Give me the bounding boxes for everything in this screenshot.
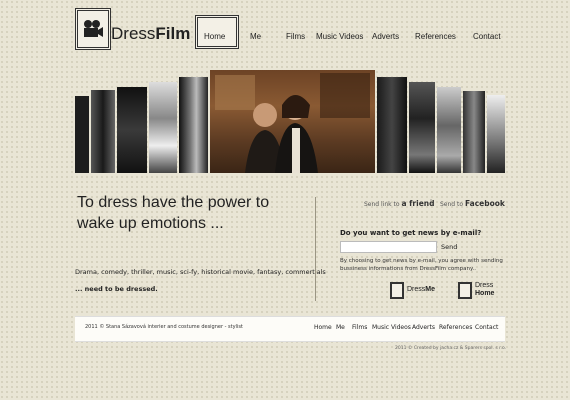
send-to-friend-link[interactable]: Send link to a friend (364, 199, 434, 208)
logo-frame[interactable] (75, 8, 111, 50)
film-panel (75, 96, 89, 173)
banner-main-photo (210, 70, 375, 173)
film-panel (437, 87, 461, 173)
copyright-text: 2011 © Stana Sázavová interier and costu… (85, 324, 243, 330)
headline-line-2: wake up emotions ... (77, 215, 224, 232)
dress-home-light: Dress (475, 282, 494, 289)
share-separator: | (430, 199, 433, 206)
nav-references[interactable]: References (415, 32, 456, 41)
dress-me-bold: Me (425, 286, 436, 293)
send-to-friend-prefix: Send link to (364, 201, 400, 208)
dress-me-badge[interactable]: DressMe (390, 280, 435, 300)
film-panel (91, 90, 115, 173)
nav-home[interactable]: Home (204, 32, 225, 41)
frame-icon (390, 281, 404, 299)
email-input[interactable] (340, 241, 437, 253)
newsletter-heading: Do you want to get news by e-mail? (340, 229, 482, 237)
dressed-text: ... need to be dressed. (75, 285, 158, 293)
send-to-facebook-link[interactable]: Send to Facebook (440, 199, 505, 208)
logo-text[interactable]: DressFilm (111, 24, 190, 44)
film-panel (463, 91, 485, 173)
footer-nav-home[interactable]: Home (314, 324, 332, 331)
film-panel (149, 82, 177, 173)
logo-bold-text: Film (155, 24, 191, 43)
film-panel (487, 95, 505, 173)
created-by-text: 2011 © Created by jacha.cz & Sparers spo… (395, 346, 507, 351)
headline-line-1: To dress have the power to (77, 194, 270, 211)
footer-nav-contact[interactable]: Contact (475, 324, 498, 331)
nav-contact[interactable]: Contact (473, 32, 501, 41)
send-to-facebook-bold: Facebook (464, 199, 505, 208)
dress-me-text: DressMe (407, 286, 435, 294)
film-camera-icon (84, 20, 103, 37)
footer-nav-films[interactable]: Films (352, 324, 367, 331)
dress-home-bold: Home (475, 290, 495, 297)
send-to-facebook-prefix: Send to (440, 201, 464, 208)
column-divider (315, 197, 316, 301)
genres-text: Drama, comedy, thriller, music, sci-fy, … (75, 268, 326, 276)
film-panel (117, 87, 147, 173)
film-panel (377, 77, 407, 173)
send-button[interactable]: Send (437, 241, 461, 253)
newsletter-disclaimer: By choosing to get news by e-mail, you a… (340, 258, 503, 272)
footer-nav-adverts[interactable]: Adverts (412, 324, 435, 331)
footer-nav-me[interactable]: Me (336, 324, 345, 331)
footer-nav-music-videos[interactable]: Music Videos (372, 324, 411, 331)
dress-home-text: Dress Home (475, 282, 494, 298)
footer-nav-references[interactable]: References (439, 324, 472, 331)
frame-icon (458, 281, 472, 299)
nav-films[interactable]: Films (286, 32, 305, 41)
nav-me[interactable]: Me (250, 32, 261, 41)
nav-adverts[interactable]: Adverts (372, 32, 399, 41)
film-panel (409, 82, 435, 173)
dress-me-light: Dress (407, 286, 426, 293)
nav-music-videos[interactable]: Music Videos (316, 32, 363, 41)
banner-photo-illustration (215, 73, 370, 173)
logo-light-text: Dress (111, 24, 156, 43)
film-panel (179, 77, 208, 173)
film-strip-banner (75, 70, 505, 173)
dress-home-badge[interactable]: Dress Home (458, 280, 494, 300)
headline: To dress have the power to wake up emoti… (77, 192, 269, 234)
